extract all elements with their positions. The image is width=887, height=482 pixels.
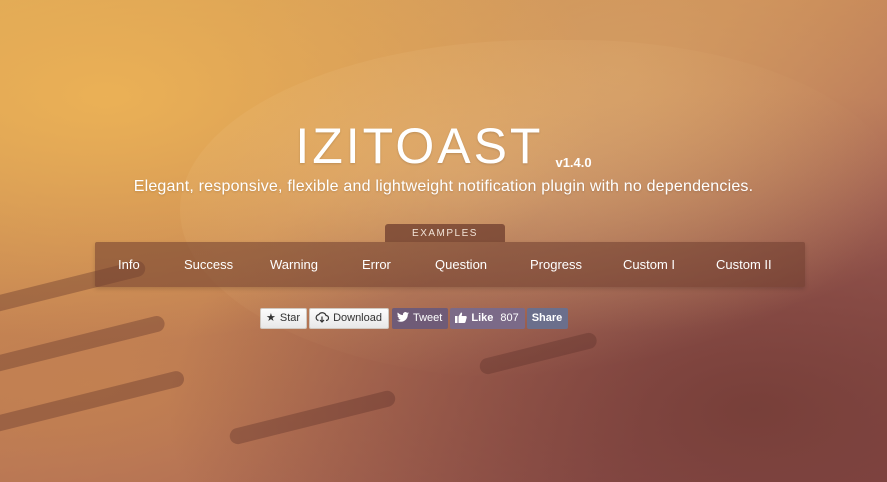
social-buttons: ★ Star Download Tweet Like 807 Share [260,308,569,329]
share-label: Share [531,312,563,324]
example-progress-button[interactable]: Progress [530,242,582,287]
version-label: v1.4.0 [555,155,592,170]
facebook-like-button[interactable]: Like 807 [450,308,525,329]
star-icon: ★ [266,312,276,324]
example-info-button[interactable]: Info [118,242,140,287]
like-label: Like [471,312,494,324]
background-bread-shape [180,40,887,380]
thumbs-up-icon [455,312,468,326]
cloud-download-icon [315,311,330,326]
example-success-button[interactable]: Success [184,242,233,287]
tweet-label: Tweet [412,312,443,324]
page-title: IZITOAST [295,118,544,174]
example-custom-ii-button[interactable]: Custom II [716,242,772,287]
download-label: Download [333,312,382,324]
title-row: IZITOAST v1.4.0 [295,118,591,174]
github-star-button[interactable]: ★ Star [260,308,308,329]
example-custom-i-button[interactable]: Custom I [623,242,675,287]
github-download-button[interactable]: Download [309,308,389,329]
example-warning-button[interactable]: Warning [270,242,318,287]
facebook-share-button[interactable]: Share [526,308,569,329]
example-question-button[interactable]: Question [435,242,487,287]
hero-header: IZITOAST v1.4.0 Elegant, responsive, fle… [0,118,887,196]
example-error-button[interactable]: Error [362,242,391,287]
star-label: Star [279,312,301,324]
examples-bar: Info Success Warning Error Question Prog… [95,242,805,287]
like-count: 807 [500,312,519,324]
bird-icon [396,312,409,325]
examples-tab-label: EXAMPLES [385,224,505,242]
page-subtitle: Elegant, responsive, flexible and lightw… [133,178,754,195]
tweet-button[interactable]: Tweet [391,308,449,329]
